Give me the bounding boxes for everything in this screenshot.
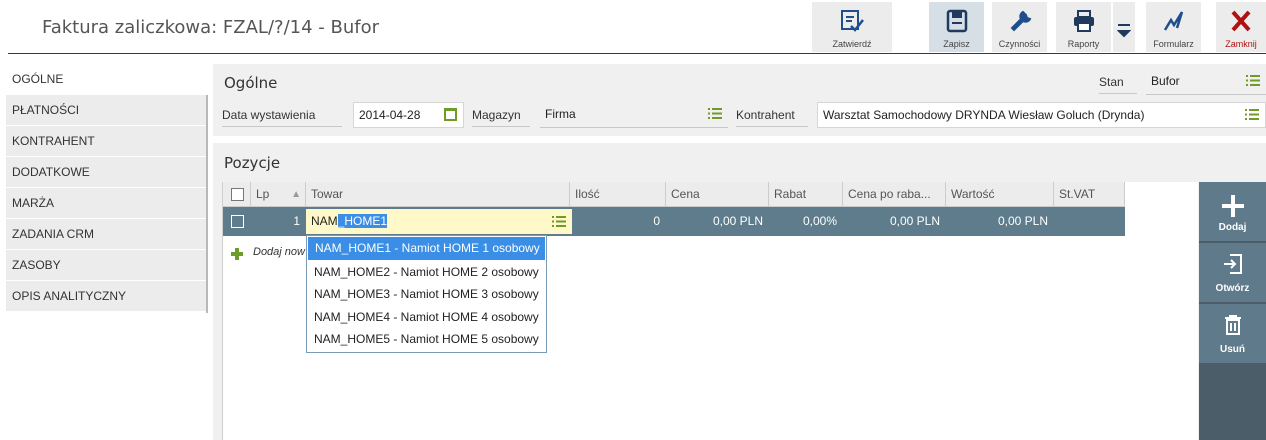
nav-item-contractor[interactable]: KONTRAHENT bbox=[6, 126, 207, 157]
header-divider bbox=[8, 53, 1266, 54]
list-icon bbox=[1246, 75, 1260, 86]
trash-icon bbox=[1224, 315, 1241, 335]
suggestion-item[interactable]: NAM_HOME2 - Namiot HOME 2 osobowy bbox=[307, 261, 546, 284]
row-lp: 1 bbox=[293, 214, 300, 228]
suggestion-item[interactable]: NAM_HOME3 - Namiot HOME 3 osobowy bbox=[307, 283, 546, 306]
suggestion-item[interactable]: NAM_HOME5 - Namiot HOME 5 osobowy bbox=[307, 328, 546, 351]
nav-item-resources[interactable]: ZASOBY bbox=[6, 250, 207, 281]
column-header-discount[interactable]: Rabat bbox=[769, 182, 843, 207]
page-title: Faktura zaliczkowa: FZAL/?/14 - Bufor bbox=[42, 17, 379, 38]
column-header-item[interactable]: Towar bbox=[306, 182, 570, 207]
state-value: Bufor bbox=[1151, 74, 1180, 88]
add-position-label: Dodaj bbox=[1218, 222, 1247, 233]
date-value: 2014-04-28 bbox=[359, 108, 421, 122]
row-discount[interactable]: 0,00% bbox=[769, 207, 843, 236]
list-icon[interactable] bbox=[552, 216, 566, 227]
chevron-down-icon bbox=[1117, 24, 1131, 38]
contractor-value: Warsztat Samochodowy DRYNDA Wiesław Golu… bbox=[823, 108, 1145, 122]
wrench-icon bbox=[1010, 10, 1031, 32]
open-icon bbox=[1223, 254, 1242, 274]
date-label: Data wystawienia bbox=[222, 108, 342, 127]
save-label: Zapisz bbox=[943, 39, 970, 49]
row-price-after-discount[interactable]: 0,00 PLN bbox=[843, 207, 946, 236]
open-position-label: Otwórz bbox=[1215, 283, 1250, 294]
close-label: Zamknij bbox=[1225, 39, 1257, 49]
row-qty[interactable]: 0 bbox=[570, 207, 666, 236]
actions-label: Czynności bbox=[998, 39, 1041, 49]
nav-item-margin[interactable]: MARŻA bbox=[6, 188, 207, 219]
header-select-all[interactable] bbox=[223, 182, 251, 207]
form-button[interactable]: Formularz bbox=[1146, 2, 1201, 52]
date-field[interactable]: 2014-04-28 bbox=[353, 102, 464, 128]
general-title: Ogólne bbox=[224, 74, 278, 92]
suggestion-item[interactable]: NAM_HOME1 - Namiot HOME 1 osobowy bbox=[308, 237, 545, 260]
nav-item-payments[interactable]: PŁATNOŚCI bbox=[6, 95, 207, 126]
row-value[interactable]: 0,00 PLN bbox=[946, 207, 1054, 236]
row-checkbox[interactable] bbox=[231, 215, 244, 228]
column-header-price-after-discount[interactable]: Cena po raba... bbox=[843, 182, 946, 207]
column-header-qty[interactable]: Ilość bbox=[570, 182, 666, 207]
item-suggestions-dropdown: NAM_HOME1 - Namiot HOME 1 osobowy NAM_HO… bbox=[306, 235, 547, 353]
column-header-lp[interactable]: Lp ▲ bbox=[251, 182, 306, 207]
printer-icon bbox=[1073, 10, 1094, 32]
list-icon bbox=[1245, 109, 1259, 120]
nav-divider bbox=[206, 95, 208, 313]
row-vat[interactable] bbox=[1054, 207, 1125, 236]
section-nav: OGÓLNE PŁATNOŚCI KONTRAHENT DODATKOWE MA… bbox=[6, 64, 207, 312]
add-position-button[interactable]: Dodaj bbox=[1199, 182, 1266, 242]
plus-icon bbox=[1221, 195, 1244, 217]
contractor-field[interactable]: Warsztat Samochodowy DRYNDA Wiesław Golu… bbox=[817, 102, 1266, 128]
actions-button[interactable]: Czynności bbox=[992, 2, 1047, 52]
close-icon bbox=[1231, 10, 1251, 32]
sort-up-icon: ▲ bbox=[291, 189, 301, 200]
open-position-button[interactable]: Otwórz bbox=[1199, 243, 1266, 303]
plus-icon bbox=[231, 248, 243, 260]
approve-label: Zatwierdź bbox=[832, 39, 872, 49]
nav-item-crm-tasks[interactable]: ZADANIA CRM bbox=[6, 219, 207, 250]
grid-header: Lp ▲ Towar Ilość Cena Rabat Cena po raba… bbox=[223, 182, 1125, 207]
column-header-lp-label: Lp bbox=[256, 187, 270, 201]
nav-item-general[interactable]: OGÓLNE bbox=[6, 64, 207, 95]
column-header-price[interactable]: Cena bbox=[666, 182, 769, 207]
approve-icon bbox=[841, 10, 864, 32]
delete-position-button[interactable]: Usuń bbox=[1199, 304, 1266, 364]
column-header-vat[interactable]: St.VAT bbox=[1054, 182, 1125, 207]
reports-label: Raporty bbox=[1067, 39, 1100, 49]
state-label: Stan bbox=[1099, 75, 1137, 94]
form-label: Formularz bbox=[1153, 39, 1194, 49]
nav-item-analytical-description[interactable]: OPIS ANALITYCZNY bbox=[6, 281, 207, 312]
save-icon bbox=[946, 9, 967, 33]
item-input[interactable]: NAM_HOME1 bbox=[306, 209, 572, 234]
suggestion-item[interactable]: NAM_HOME4 - Namiot HOME 4 osobowy bbox=[307, 306, 546, 329]
add-new-link[interactable]: Dodaj now bbox=[253, 246, 305, 258]
nav-item-additional[interactable]: DODATKOWE bbox=[6, 157, 207, 188]
list-icon bbox=[708, 108, 722, 119]
select-all-checkbox[interactable] bbox=[231, 188, 244, 201]
column-header-value[interactable]: Wartość bbox=[946, 182, 1054, 207]
signature-icon bbox=[1163, 11, 1183, 31]
reports-button[interactable]: Raporty bbox=[1056, 2, 1111, 52]
contractor-label: Kontrahent bbox=[736, 108, 808, 127]
delete-position-label: Usuń bbox=[1220, 344, 1245, 355]
item-input-text: NAM_HOME1 bbox=[311, 214, 388, 228]
state-field[interactable]: Bufor bbox=[1146, 69, 1266, 95]
item-input-selection: _HOME1 bbox=[337, 214, 388, 228]
action-bar: Dodaj Otwórz Usuń bbox=[1199, 182, 1266, 440]
row-price[interactable]: 0,00 PLN bbox=[666, 207, 769, 236]
positions-title: Pozycje bbox=[224, 154, 281, 172]
warehouse-label: Magazyn bbox=[472, 108, 530, 127]
reports-dropdown-button[interactable] bbox=[1113, 2, 1135, 52]
save-button[interactable]: Zapisz bbox=[929, 2, 984, 52]
warehouse-value: Firma bbox=[545, 107, 576, 121]
item-input-prefix: NAM bbox=[311, 214, 338, 228]
calendar-icon[interactable] bbox=[444, 108, 457, 121]
warehouse-field[interactable]: Firma bbox=[540, 102, 728, 128]
approve-button[interactable]: Zatwierdź bbox=[812, 2, 892, 52]
close-button[interactable]: Zamknij bbox=[1216, 2, 1266, 52]
